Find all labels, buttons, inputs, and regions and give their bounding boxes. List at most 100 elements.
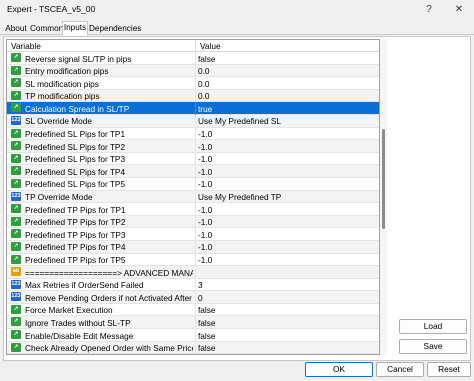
row-variable-name: Predefined SL Pips for TP3 [25, 154, 126, 165]
row-variable-name: TP modification pips [25, 91, 100, 102]
table-row[interactable]: ↗ Force Market Execution false [7, 303, 379, 317]
table-row[interactable]: ↗ Predefined TP Pips for TP5 -1.0 [7, 253, 379, 267]
table-row[interactable]: ab ===================> ADVANCED MANAGEME… [7, 266, 379, 279]
table-row[interactable]: ↗ Calculation Spread in SL/TP true [7, 102, 379, 115]
table-row[interactable]: ↗ SL modification pips 0.0 [7, 77, 379, 90]
row-value[interactable]: Use My Predefined TP [198, 192, 281, 202]
row-value[interactable]: -1.0 [198, 242, 212, 252]
row-value[interactable]: -1.0 [198, 255, 212, 265]
table-row[interactable]: ↗ Ignore Trades without SL-TP false [7, 316, 379, 330]
row-value[interactable]: false [198, 318, 216, 328]
variable-icon: ↗ [11, 254, 21, 264]
row-variable-name: Predefined TP Pips for TP3 [25, 229, 126, 240]
cancel-button[interactable]: Cancel [376, 362, 424, 377]
row-value[interactable]: 0.0 [198, 79, 210, 89]
tab-inputs[interactable]: Inputs [62, 21, 88, 36]
table-row[interactable]: ↗ Reverse signal SL/TP in pips false [7, 52, 379, 65]
table-row[interactable]: ↗ Predefined TP Pips for TP2 -1.0 [7, 215, 379, 229]
reset-button[interactable]: Reset [427, 362, 471, 377]
table-row[interactable]: 123 TP Override Mode Use My Predefined TP [7, 190, 379, 204]
row-variable-name: Calculation Spread in SL/TP [25, 103, 130, 114]
table-row[interactable]: ↗ Check Already Opened Order with Same Pr… [7, 341, 379, 354]
table-row[interactable]: ↗ Predefined SL Pips for TP4 -1.0 [7, 165, 379, 178]
cell-divider [195, 52, 196, 65]
tab-about[interactable]: About [4, 22, 28, 35]
row-value[interactable]: -1.0 [198, 142, 212, 152]
scrollbar-thumb[interactable] [382, 129, 385, 229]
row-value[interactable]: false [198, 305, 216, 315]
table-row[interactable]: ↗ TP modification pips 0.0 [7, 89, 379, 103]
row-value[interactable]: -1.0 [198, 230, 212, 240]
integer-icon: 123 [11, 115, 21, 125]
row-variable-name: SL Override Mode [25, 116, 93, 127]
column-divider[interactable] [195, 40, 196, 52]
row-variable-name: Remove Pending Orders if not Activated A… [25, 292, 193, 303]
string-icon: ab [11, 267, 21, 277]
row-value[interactable]: true [198, 104, 212, 114]
cell-divider [195, 165, 196, 178]
row-variable-name: Predefined SL Pips for TP1 [25, 129, 126, 140]
row-value[interactable]: 0 [198, 293, 203, 303]
help-icon[interactable]: ? [414, 0, 444, 19]
variable-icon: ↗ [11, 166, 21, 176]
tab-common[interactable]: Common [29, 22, 63, 35]
table-row[interactable]: 123 Max Retries if OrderSend Failed 3 [7, 278, 379, 292]
table-row[interactable]: ↗ Predefined TP Pips for TP4 -1.0 [7, 240, 379, 254]
expert-dialog: Expert - TSCEA_v5_00 ? ✕ About Common In… [0, 0, 474, 381]
row-value[interactable]: -1.0 [198, 205, 212, 215]
row-value[interactable]: -1.0 [198, 129, 212, 139]
row-value[interactable]: -1.0 [198, 167, 212, 177]
column-header-value[interactable]: Value [200, 41, 221, 51]
load-button[interactable]: Load [399, 319, 467, 334]
variable-icon: ↗ [11, 342, 21, 352]
table-row[interactable]: ↗ Predefined SL Pips for TP1 -1.0 [7, 127, 379, 141]
table-row[interactable]: ↗ Entry modification pips 0.0 [7, 64, 379, 78]
table-row[interactable]: 123 SL Override Mode Use My Predefined SL [7, 114, 379, 128]
row-value[interactable]: false [198, 54, 216, 64]
table-row[interactable]: ↗ Predefined TP Pips for TP3 -1.0 [7, 228, 379, 241]
row-variable-name: Ignore Trades without SL-TP [25, 317, 131, 328]
cell-divider [195, 316, 196, 330]
cell-divider [195, 278, 196, 292]
row-variable-name: ===================> ADVANCED MANAGEMENT [25, 267, 193, 278]
row-variable-name: Predefined TP Pips for TP2 [25, 217, 126, 228]
table-row[interactable]: ↗ Predefined SL Pips for TP5 -1.0 [7, 177, 379, 191]
row-variable-name: Predefined TP Pips for TP5 [25, 255, 126, 265]
cell-divider [195, 177, 196, 191]
table-row[interactable]: ↗ Predefined SL Pips for TP2 -1.0 [7, 140, 379, 153]
table-row[interactable]: ↗ Predefined SL Pips for TP3 -1.0 [7, 152, 379, 166]
row-value[interactable]: 3 [198, 280, 203, 290]
table-body: ↗ Reverse signal SL/TP in pips false ↗ Entry… [7, 52, 379, 354]
title-bar: Expert - TSCEA_v5_00 ? ✕ [0, 0, 474, 19]
cell-divider [195, 89, 196, 103]
table-row[interactable]: ↗ Predefined TP Pips for TP1 -1.0 [7, 203, 379, 216]
row-value[interactable]: false [198, 331, 216, 341]
cell-divider [195, 341, 196, 354]
row-value[interactable]: 0.0 [198, 91, 210, 101]
variable-icon: ↗ [11, 65, 21, 75]
cell-divider [195, 215, 196, 229]
cell-divider [195, 240, 196, 254]
cell-divider [195, 303, 196, 317]
column-header-variable[interactable]: Variable [11, 41, 41, 51]
cell-divider [195, 102, 196, 115]
vertical-scrollbar[interactable] [380, 39, 387, 355]
close-icon[interactable]: ✕ [444, 0, 474, 19]
variable-icon: ↗ [11, 304, 21, 314]
row-value[interactable]: 0.0 [198, 66, 210, 76]
row-value[interactable]: false [198, 343, 216, 353]
ok-button[interactable]: OK [305, 362, 373, 377]
row-variable-name: Predefined TP Pips for TP1 [25, 204, 126, 215]
row-value[interactable]: -1.0 [198, 154, 212, 164]
row-value[interactable]: Use My Predefined SL [198, 116, 281, 126]
cell-divider [195, 291, 196, 304]
row-value[interactable]: -1.0 [198, 179, 212, 189]
table-row[interactable]: ↗ Enable/Disable Edit Message false [7, 329, 379, 342]
row-variable-name: Entry modification pips [25, 66, 109, 77]
tab-dependencies[interactable]: Dependencies [88, 22, 141, 35]
variable-icon: ↗ [11, 204, 21, 214]
save-button[interactable]: Save [399, 339, 467, 354]
table-row[interactable]: 123 Remove Pending Orders if not Activate… [7, 291, 379, 304]
row-value[interactable]: -1.0 [198, 217, 212, 227]
row-variable-name: Predefined TP Pips for TP4 [25, 242, 126, 253]
